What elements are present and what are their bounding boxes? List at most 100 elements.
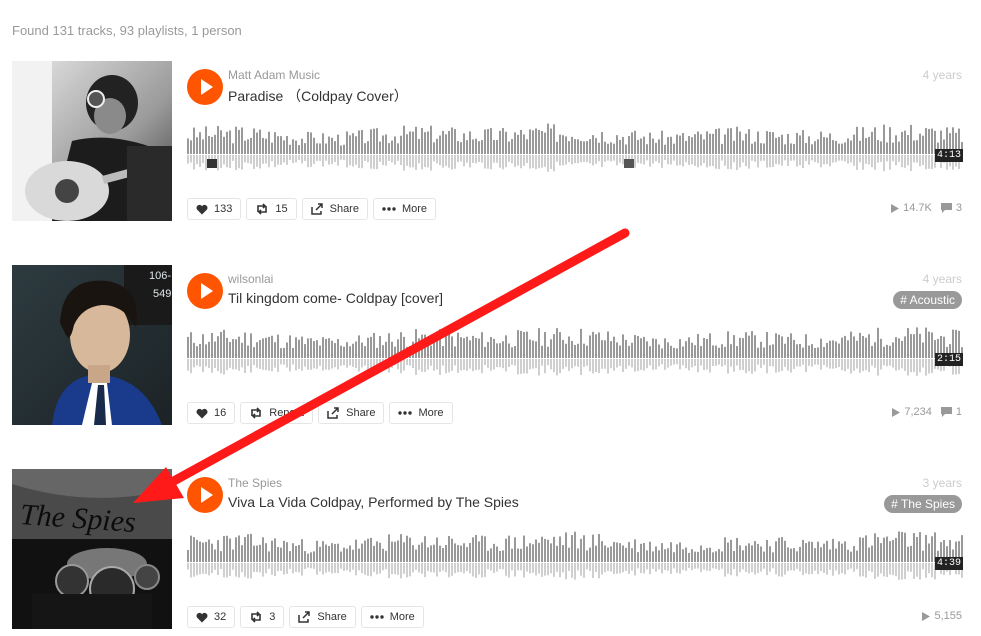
- waveform-bar: [703, 337, 705, 358]
- waveform-bar: [862, 537, 864, 562]
- more-button[interactable]: More: [389, 402, 453, 424]
- waveform-bar-reflection: [283, 155, 285, 163]
- waveform-bar: [799, 546, 801, 562]
- waveform-bar-reflection: [406, 155, 408, 166]
- waveform-bar-reflection: [718, 359, 720, 365]
- repost-button[interactable]: 3: [240, 606, 285, 628]
- waveform-bar: [229, 341, 231, 358]
- waveform-bar: [667, 342, 669, 358]
- share-button[interactable]: Share: [301, 198, 368, 220]
- comments-stat[interactable]: 3: [940, 202, 962, 214]
- waveform-bar-reflection: [304, 563, 306, 570]
- waveform-bar-reflection: [745, 563, 747, 572]
- share-button[interactable]: Share: [289, 606, 356, 628]
- waveform-bar: [328, 136, 330, 154]
- waveform-bar: [238, 535, 240, 562]
- track-artwork[interactable]: The Spies: [12, 469, 172, 629]
- waveform-bar-reflection: [562, 155, 564, 166]
- waveform-bar: [580, 140, 582, 154]
- waveform-bar: [790, 548, 792, 562]
- track-user[interactable]: wilsonlai: [228, 272, 273, 286]
- repost-button[interactable]: Repost: [240, 402, 314, 424]
- waveform-bar: [847, 549, 849, 562]
- waveform-bar-reflection: [577, 359, 579, 367]
- track-title[interactable]: Viva La Vida Coldpay, Performed by The S…: [228, 494, 519, 510]
- waveform-bar: [814, 347, 816, 358]
- play-button[interactable]: [187, 69, 223, 105]
- waveform-bar-reflection: [664, 563, 666, 571]
- waveform-bar-reflection: [661, 155, 663, 168]
- waveform-bar-reflection: [439, 563, 441, 572]
- repost-button[interactable]: 15: [246, 198, 297, 220]
- more-button[interactable]: More: [360, 606, 424, 628]
- waveform-bar-reflection: [604, 155, 606, 162]
- waveform-bar: [847, 138, 849, 154]
- waveform[interactable]: 2:15: [187, 322, 963, 382]
- waveform-bar: [787, 133, 789, 154]
- waveform-bar-reflection: [784, 155, 786, 161]
- genre-tag[interactable]: # The Spies: [884, 495, 962, 513]
- waveform-bar: [247, 534, 249, 562]
- waveform-bar: [322, 133, 324, 154]
- like-button[interactable]: 16: [187, 402, 236, 424]
- waveform-bar-reflection: [679, 359, 681, 370]
- like-button[interactable]: 133: [187, 198, 242, 220]
- waveform-bar-reflection: [391, 359, 393, 368]
- waveform-bar-reflection: [616, 359, 618, 368]
- waveform-bar: [712, 345, 714, 358]
- waveform-bar-reflection: [472, 359, 474, 372]
- waveform-bar: [616, 542, 618, 562]
- waveform-bar: [448, 333, 450, 358]
- waveform-bar: [892, 342, 894, 358]
- waveform-bar-reflection: [649, 359, 651, 366]
- play-button[interactable]: [187, 477, 223, 513]
- more-button[interactable]: More: [372, 198, 437, 220]
- like-button[interactable]: 32: [187, 606, 236, 628]
- waveform-bar-reflection: [529, 155, 531, 169]
- waveform-bar-reflection: [559, 155, 561, 166]
- waveform-bar-reflection: [646, 563, 648, 570]
- waveform-bar: [667, 548, 669, 562]
- share-button[interactable]: Share: [318, 402, 385, 424]
- comments-stat[interactable]: 1: [940, 406, 962, 418]
- track-title[interactable]: Til kingdom come- Coldpay [cover]: [228, 290, 443, 306]
- track-user[interactable]: Matt Adam Music: [228, 68, 320, 82]
- waveform-bar-reflection: [442, 563, 444, 571]
- waveform-bar-reflection: [454, 359, 456, 366]
- waveform-bar: [256, 342, 258, 358]
- waveform[interactable]: 4:39: [187, 526, 963, 586]
- track-title[interactable]: Paradise （Coldpay Cover）: [228, 86, 408, 106]
- waveform-bar: [496, 546, 498, 562]
- waveform-bar-reflection: [682, 155, 684, 167]
- genre-tag[interactable]: # Acoustic: [893, 291, 962, 309]
- waveform-bar: [748, 335, 750, 358]
- waveform-bar-reflection: [685, 359, 687, 369]
- comment-avatar-marker[interactable]: [207, 159, 217, 168]
- waveform-bar: [853, 546, 855, 562]
- track-user[interactable]: The Spies: [228, 476, 282, 490]
- waveform[interactable]: 4:13: [187, 118, 963, 178]
- waveform-bar: [196, 539, 198, 562]
- waveform-bar: [709, 333, 711, 358]
- comment-avatar-marker[interactable]: [624, 159, 634, 168]
- waveform-bar: [403, 125, 405, 154]
- waveform-bar-reflection: [262, 155, 264, 164]
- waveform-bar: [265, 337, 267, 358]
- waveform-bar-reflection: [436, 359, 438, 370]
- waveform-bar-reflection: [760, 563, 762, 572]
- waveform-bar: [619, 139, 621, 154]
- waveform-bar-reflection: [682, 563, 684, 571]
- waveform-bar-reflection: [532, 155, 534, 169]
- waveform-bar: [760, 341, 762, 358]
- waveform-bar: [745, 133, 747, 154]
- track-artwork[interactable]: 106- 549: [12, 265, 172, 425]
- waveform-bar-reflection: [502, 563, 504, 570]
- play-button[interactable]: [187, 273, 223, 309]
- waveform-bar: [433, 336, 435, 358]
- waveform-bar-reflection: [445, 359, 447, 374]
- track-artwork[interactable]: [12, 61, 172, 221]
- waveform-bar: [805, 142, 807, 154]
- waveform-bar-reflection: [499, 359, 501, 368]
- waveform-bar: [472, 537, 474, 562]
- waveform-bar: [889, 541, 891, 562]
